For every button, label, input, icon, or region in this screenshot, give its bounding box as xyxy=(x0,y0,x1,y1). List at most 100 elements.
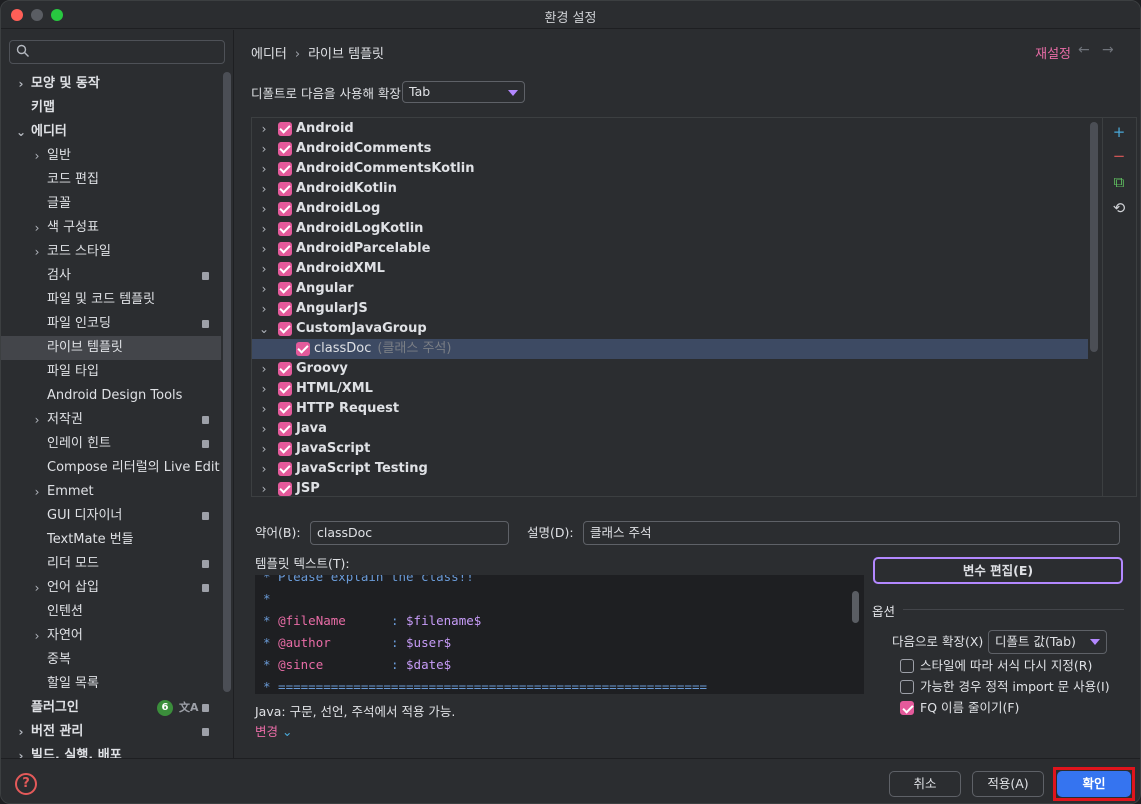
sidebar-item[interactable]: › 버전 관리 xyxy=(1,720,221,744)
template-checkbox[interactable] xyxy=(278,482,292,496)
option-checkbox[interactable] xyxy=(900,659,914,673)
template-group[interactable]: › AngularJS xyxy=(252,299,1088,319)
chevron-right-icon[interactable]: › xyxy=(258,439,270,459)
help-icon[interactable]: ? xyxy=(15,773,37,795)
chevron-right-icon[interactable]: › xyxy=(258,379,270,399)
chevron-right-icon[interactable]: › xyxy=(258,279,270,299)
copy-icon[interactable]: ⧉ xyxy=(1111,174,1127,190)
chevron-right-icon[interactable]: › xyxy=(258,219,270,239)
template-group[interactable]: › JavaScript xyxy=(252,439,1088,459)
sidebar-item[interactable]: 라이브 템플릿 xyxy=(1,336,221,360)
sidebar-item[interactable]: 코드 편집 xyxy=(1,168,221,192)
template-group[interactable]: › Android xyxy=(252,119,1088,139)
template-checkbox[interactable] xyxy=(278,302,292,316)
template-checkbox[interactable] xyxy=(278,142,292,156)
sidebar-item[interactable]: › 코드 스타일 xyxy=(1,240,221,264)
template-item[interactable]: classDoc (클래스 주석) xyxy=(252,339,1088,359)
chevron-right-icon[interactable]: › xyxy=(258,159,270,179)
sidebar-item[interactable]: › 빌드, 실행, 배포 xyxy=(1,744,221,758)
option-checkbox[interactable] xyxy=(900,680,914,694)
chevron-right-icon[interactable]: › xyxy=(258,459,270,479)
sidebar-item[interactable]: 중복 xyxy=(1,648,221,672)
template-group[interactable]: › AndroidParcelable xyxy=(252,239,1088,259)
template-checkbox[interactable] xyxy=(278,442,292,456)
chevron-right-icon[interactable]: › xyxy=(31,144,43,168)
chevron-right-icon[interactable]: › xyxy=(258,239,270,259)
chevron-right-icon[interactable]: › xyxy=(31,576,43,600)
settings-search-input[interactable] xyxy=(9,40,225,64)
sidebar-item[interactable]: › 일반 xyxy=(1,144,221,168)
chevron-right-icon[interactable]: › xyxy=(15,720,27,744)
template-checkbox[interactable] xyxy=(278,122,292,136)
sidebar-item[interactable]: TextMate 번들 xyxy=(1,528,221,552)
sidebar-scrollbar[interactable] xyxy=(223,72,231,692)
template-group[interactable]: › AndroidXML xyxy=(252,259,1088,279)
chevron-right-icon[interactable]: › xyxy=(31,216,43,240)
template-group[interactable]: › AndroidCommentsKotlin xyxy=(252,159,1088,179)
sidebar-item[interactable]: › 색 구성표 xyxy=(1,216,221,240)
template-checkbox[interactable] xyxy=(278,282,292,296)
template-checkbox[interactable] xyxy=(278,422,292,436)
template-group[interactable]: › JSP xyxy=(252,479,1088,496)
chevron-right-icon[interactable]: › xyxy=(31,480,43,504)
template-checkbox[interactable] xyxy=(278,362,292,376)
template-checkbox[interactable] xyxy=(278,222,292,236)
chevron-right-icon[interactable]: › xyxy=(15,72,27,96)
option-checkbox[interactable] xyxy=(900,701,914,715)
template-checkbox[interactable] xyxy=(278,182,292,196)
edit-variables-button[interactable]: 변수 편집(E) xyxy=(873,557,1123,584)
sidebar-item[interactable]: 인레이 힌트 xyxy=(1,432,221,456)
chevron-right-icon[interactable]: › xyxy=(31,240,43,264)
sidebar-item[interactable]: Android Design Tools xyxy=(1,384,221,408)
description-input[interactable]: 클래스 주석 xyxy=(583,521,1120,545)
chevron-right-icon[interactable]: › xyxy=(258,119,270,139)
default-expand-select[interactable]: Tab xyxy=(402,81,525,103)
sidebar-item[interactable]: ⌄ 에디터 xyxy=(1,120,221,144)
template-checkbox[interactable] xyxy=(278,322,292,336)
change-contexts-link[interactable]: 변경 ⌄ xyxy=(255,720,292,744)
chevron-right-icon[interactable]: › xyxy=(258,179,270,199)
sidebar-item[interactable]: Compose 리터럴의 Live Edit xyxy=(1,456,221,480)
chevron-right-icon[interactable]: › xyxy=(258,139,270,159)
sidebar-item[interactable]: 키맵 xyxy=(1,96,221,120)
sidebar-item[interactable]: 할일 목록 xyxy=(1,672,221,696)
template-text-editor[interactable]: * Please explain the class!! * * @fileName… xyxy=(255,575,864,694)
chevron-down-icon[interactable]: ⌄ xyxy=(15,120,27,144)
cancel-button[interactable]: 취소 xyxy=(889,771,961,797)
template-group[interactable]: › AndroidKotlin xyxy=(252,179,1088,199)
sidebar-item[interactable]: 글꼴 xyxy=(1,192,221,216)
template-group[interactable]: › HTML/XML xyxy=(252,379,1088,399)
forward-arrow-icon[interactable]: → xyxy=(1102,42,1114,58)
chevron-right-icon[interactable]: › xyxy=(258,299,270,319)
template-checkbox[interactable] xyxy=(278,262,292,276)
template-group[interactable]: › HTTP Request xyxy=(252,399,1088,419)
template-group[interactable]: › AndroidLog xyxy=(252,199,1088,219)
template-checkbox[interactable] xyxy=(278,242,292,256)
template-checkbox[interactable] xyxy=(278,162,292,176)
sidebar-item[interactable]: › Emmet xyxy=(1,480,221,504)
chevron-right-icon[interactable]: › xyxy=(31,408,43,432)
chevron-right-icon[interactable]: › xyxy=(258,479,270,496)
sidebar-item[interactable]: 리더 모드 xyxy=(1,552,221,576)
sidebar-item[interactable]: › 자연어 xyxy=(1,624,221,648)
chevron-down-icon[interactable]: ⌄ xyxy=(258,319,270,339)
editor-scrollbar[interactable] xyxy=(852,591,859,623)
apply-button[interactable]: 적용(A) xyxy=(972,771,1044,797)
template-checkbox[interactable] xyxy=(278,402,292,416)
sidebar-item[interactable]: 검사 xyxy=(1,264,221,288)
template-checkbox[interactable] xyxy=(278,462,292,476)
template-group[interactable]: › AndroidComments xyxy=(252,139,1088,159)
chevron-right-icon[interactable]: › xyxy=(258,359,270,379)
template-group[interactable]: › Java xyxy=(252,419,1088,439)
add-icon[interactable]: + xyxy=(1111,124,1127,140)
template-checkbox[interactable] xyxy=(278,382,292,396)
reset-link[interactable]: 재설정 xyxy=(1035,43,1071,62)
sidebar-item[interactable]: 파일 타입 xyxy=(1,360,221,384)
remove-icon[interactable]: − xyxy=(1111,148,1127,164)
sidebar-item[interactable]: GUI 디자이너 xyxy=(1,504,221,528)
sidebar-item[interactable]: › 모양 및 동작 xyxy=(1,72,221,96)
template-checkbox[interactable] xyxy=(296,342,310,356)
template-group[interactable]: › Groovy xyxy=(252,359,1088,379)
chevron-right-icon[interactable]: › xyxy=(31,624,43,648)
template-checkbox[interactable] xyxy=(278,202,292,216)
